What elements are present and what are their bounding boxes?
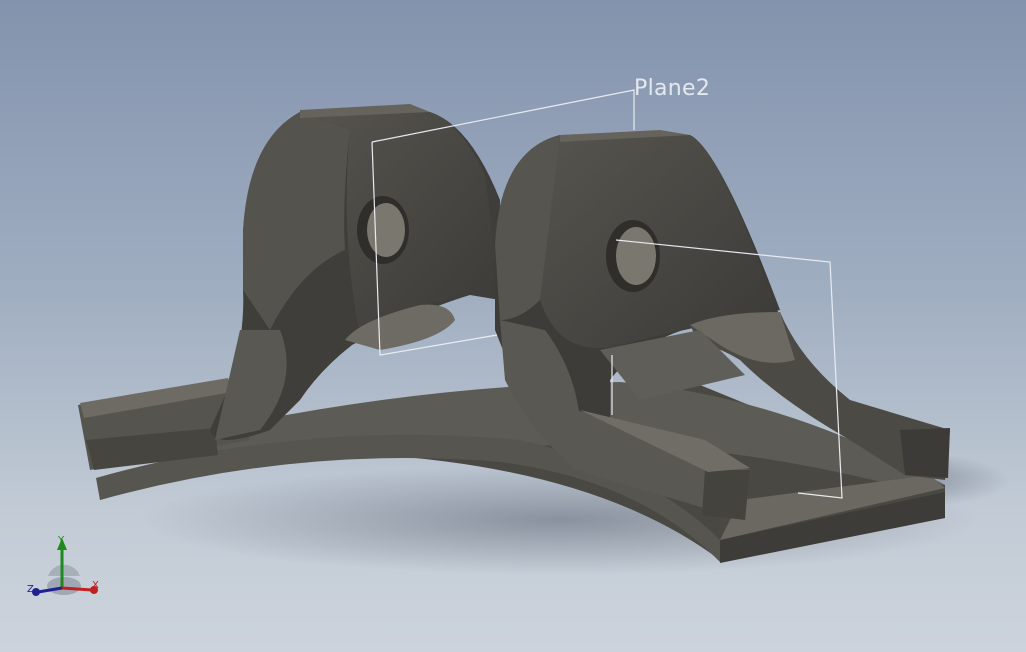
model-canvas[interactable]	[0, 0, 1026, 652]
graphics-viewport[interactable]: Plane2 Y X Z	[0, 0, 1026, 652]
left-ear[interactable]	[210, 104, 500, 440]
triad-x-label: X	[92, 580, 99, 591]
triad-y-label: Y	[58, 535, 65, 546]
reference-triad: Y X Z	[22, 528, 106, 604]
plane2-label[interactable]: Plane2	[634, 76, 710, 101]
triad-z-label: Z	[27, 584, 34, 595]
